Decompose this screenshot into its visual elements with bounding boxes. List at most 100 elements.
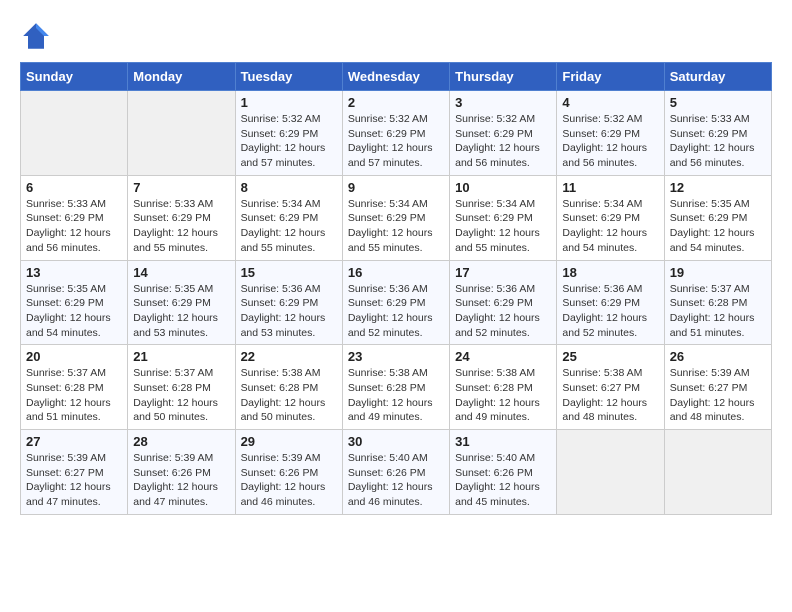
header-day-monday: Monday (128, 63, 235, 91)
week-row-1: 1Sunrise: 5:32 AM Sunset: 6:29 PM Daylig… (21, 91, 772, 176)
calendar-cell: 1Sunrise: 5:32 AM Sunset: 6:29 PM Daylig… (235, 91, 342, 176)
day-number: 12 (670, 180, 766, 195)
day-info: Sunrise: 5:32 AM Sunset: 6:29 PM Dayligh… (455, 112, 551, 171)
day-info: Sunrise: 5:33 AM Sunset: 6:29 PM Dayligh… (133, 197, 229, 256)
calendar-cell: 30 Sunrise: 5:40 AM Sunset: 6:26 PM Dayli… (342, 430, 449, 515)
calendar-cell: 27 Sunrise: 5:39 AM Sunset: 6:27 PM Dayli… (21, 430, 128, 515)
day-info: Sunrise: 5:32 AM Sunset: 6:29 PM Dayligh… (348, 112, 444, 171)
day-info: Sunrise: 5:33 AM Sunset: 6:29 PM Dayligh… (670, 112, 766, 171)
calendar-cell (664, 430, 771, 515)
header-day-tuesday: Tuesday (235, 63, 342, 91)
calendar-header: SundayMondayTuesdayWednesdayThursdayFrid… (21, 63, 772, 91)
day-info: Sunrise: 5:35 AM Sunset: 6:29 PM Dayligh… (670, 197, 766, 256)
calendar-cell: 16Sunrise: 5:36 AM Sunset: 6:29 PM Dayli… (342, 260, 449, 345)
calendar-cell: 15 Sunrise: 5:36 AM Sunset: 6:29 PM Dayli… (235, 260, 342, 345)
calendar-cell: 31 Sunrise: 5:40 AM Sunset: 6:26 PM Dayli… (450, 430, 557, 515)
day-number: 20 (26, 349, 122, 364)
calendar-cell: 19 Sunrise: 5:37 AM Sunset: 6:28 PM Dayli… (664, 260, 771, 345)
day-number: 29 (241, 434, 337, 449)
calendar-cell: 6 Sunrise: 5:33 AM Sunset: 6:29 PM Daylig… (21, 175, 128, 260)
calendar-cell: 23 Sunrise: 5:38 AM Sunset: 6:28 PM Dayli… (342, 345, 449, 430)
calendar-cell: 14Sunrise: 5:35 AM Sunset: 6:29 PM Dayli… (128, 260, 235, 345)
day-info: Sunrise: 5:37 AM Sunset: 6:28 PM Dayligh… (670, 282, 766, 341)
calendar-cell: 11Sunrise: 5:34 AM Sunset: 6:29 PM Dayli… (557, 175, 664, 260)
day-number: 23 (348, 349, 444, 364)
calendar-cell (128, 91, 235, 176)
calendar-cell: 10 Sunrise: 5:34 AM Sunset: 6:29 PM Dayli… (450, 175, 557, 260)
day-number: 25 (562, 349, 658, 364)
day-number: 13 (26, 265, 122, 280)
page-header (20, 20, 772, 52)
day-info: Sunrise: 5:36 AM Sunset: 6:29 PM Dayligh… (241, 282, 337, 341)
day-info: Sunrise: 5:36 AM Sunset: 6:29 PM Dayligh… (562, 282, 658, 341)
logo-icon (20, 20, 52, 52)
day-info: Sunrise: 5:38 AM Sunset: 6:28 PM Dayligh… (348, 366, 444, 425)
day-info: Sunrise: 5:36 AM Sunset: 6:29 PM Dayligh… (455, 282, 551, 341)
header-day-wednesday: Wednesday (342, 63, 449, 91)
calendar-table: SundayMondayTuesdayWednesdayThursdayFrid… (20, 62, 772, 515)
day-number: 24 (455, 349, 551, 364)
day-info: Sunrise: 5:34 AM Sunset: 6:29 PM Dayligh… (241, 197, 337, 256)
calendar-cell: 13 Sunrise: 5:35 AM Sunset: 6:29 PM Dayli… (21, 260, 128, 345)
calendar-cell: 8Sunrise: 5:34 AM Sunset: 6:29 PM Daylig… (235, 175, 342, 260)
calendar-cell: 4 Sunrise: 5:32 AM Sunset: 6:29 PM Daylig… (557, 91, 664, 176)
calendar-cell: 17 Sunrise: 5:36 AM Sunset: 6:29 PM Dayli… (450, 260, 557, 345)
header-day-saturday: Saturday (664, 63, 771, 91)
day-number: 28 (133, 434, 229, 449)
day-info: Sunrise: 5:35 AM Sunset: 6:29 PM Dayligh… (133, 282, 229, 341)
calendar-cell: 25 Sunrise: 5:38 AM Sunset: 6:27 PM Dayli… (557, 345, 664, 430)
calendar-cell: 20 Sunrise: 5:37 AM Sunset: 6:28 PM Dayli… (21, 345, 128, 430)
header-day-thursday: Thursday (450, 63, 557, 91)
calendar-cell: 2 Sunrise: 5:32 AM Sunset: 6:29 PM Daylig… (342, 91, 449, 176)
logo (20, 20, 56, 52)
day-number: 30 (348, 434, 444, 449)
week-row-2: 6 Sunrise: 5:33 AM Sunset: 6:29 PM Daylig… (21, 175, 772, 260)
day-info: Sunrise: 5:36 AM Sunset: 6:29 PM Dayligh… (348, 282, 444, 341)
day-info: Sunrise: 5:40 AM Sunset: 6:26 PM Dayligh… (348, 451, 444, 510)
header-day-sunday: Sunday (21, 63, 128, 91)
week-row-5: 27 Sunrise: 5:39 AM Sunset: 6:27 PM Dayli… (21, 430, 772, 515)
calendar-cell: 3Sunrise: 5:32 AM Sunset: 6:29 PM Daylig… (450, 91, 557, 176)
day-info: Sunrise: 5:37 AM Sunset: 6:28 PM Dayligh… (26, 366, 122, 425)
day-number: 27 (26, 434, 122, 449)
day-number: 15 (241, 265, 337, 280)
day-number: 18 (562, 265, 658, 280)
calendar-cell: 21 Sunrise: 5:37 AM Sunset: 6:28 PM Dayli… (128, 345, 235, 430)
day-number: 2 (348, 95, 444, 110)
calendar-cell: 29 Sunrise: 5:39 AM Sunset: 6:26 PM Dayli… (235, 430, 342, 515)
day-info: Sunrise: 5:37 AM Sunset: 6:28 PM Dayligh… (133, 366, 229, 425)
day-info: Sunrise: 5:32 AM Sunset: 6:29 PM Dayligh… (241, 112, 337, 171)
day-number: 4 (562, 95, 658, 110)
calendar-cell: 9Sunrise: 5:34 AM Sunset: 6:29 PM Daylig… (342, 175, 449, 260)
day-info: Sunrise: 5:38 AM Sunset: 6:27 PM Dayligh… (562, 366, 658, 425)
calendar-cell: 26Sunrise: 5:39 AM Sunset: 6:27 PM Dayli… (664, 345, 771, 430)
calendar-cell: 12 Sunrise: 5:35 AM Sunset: 6:29 PM Dayli… (664, 175, 771, 260)
week-row-3: 13 Sunrise: 5:35 AM Sunset: 6:29 PM Dayli… (21, 260, 772, 345)
calendar-cell: 7 Sunrise: 5:33 AM Sunset: 6:29 PM Daylig… (128, 175, 235, 260)
day-info: Sunrise: 5:35 AM Sunset: 6:29 PM Dayligh… (26, 282, 122, 341)
day-number: 7 (133, 180, 229, 195)
day-number: 10 (455, 180, 551, 195)
day-info: Sunrise: 5:34 AM Sunset: 6:29 PM Dayligh… (562, 197, 658, 256)
day-number: 26 (670, 349, 766, 364)
calendar-cell (557, 430, 664, 515)
day-info: Sunrise: 5:34 AM Sunset: 6:29 PM Dayligh… (455, 197, 551, 256)
calendar-cell (21, 91, 128, 176)
calendar-body: 1Sunrise: 5:32 AM Sunset: 6:29 PM Daylig… (21, 91, 772, 515)
day-info: Sunrise: 5:39 AM Sunset: 6:26 PM Dayligh… (241, 451, 337, 510)
day-number: 17 (455, 265, 551, 280)
day-info: Sunrise: 5:34 AM Sunset: 6:29 PM Dayligh… (348, 197, 444, 256)
day-info: Sunrise: 5:40 AM Sunset: 6:26 PM Dayligh… (455, 451, 551, 510)
day-number: 21 (133, 349, 229, 364)
day-number: 19 (670, 265, 766, 280)
calendar-cell: 18 Sunrise: 5:36 AM Sunset: 6:29 PM Dayli… (557, 260, 664, 345)
day-number: 31 (455, 434, 551, 449)
day-info: Sunrise: 5:33 AM Sunset: 6:29 PM Dayligh… (26, 197, 122, 256)
day-number: 5 (670, 95, 766, 110)
header-day-friday: Friday (557, 63, 664, 91)
day-info: Sunrise: 5:32 AM Sunset: 6:29 PM Dayligh… (562, 112, 658, 171)
calendar-cell: 28Sunrise: 5:39 AM Sunset: 6:26 PM Dayli… (128, 430, 235, 515)
day-info: Sunrise: 5:39 AM Sunset: 6:27 PM Dayligh… (26, 451, 122, 510)
week-row-4: 20 Sunrise: 5:37 AM Sunset: 6:28 PM Dayli… (21, 345, 772, 430)
day-number: 6 (26, 180, 122, 195)
